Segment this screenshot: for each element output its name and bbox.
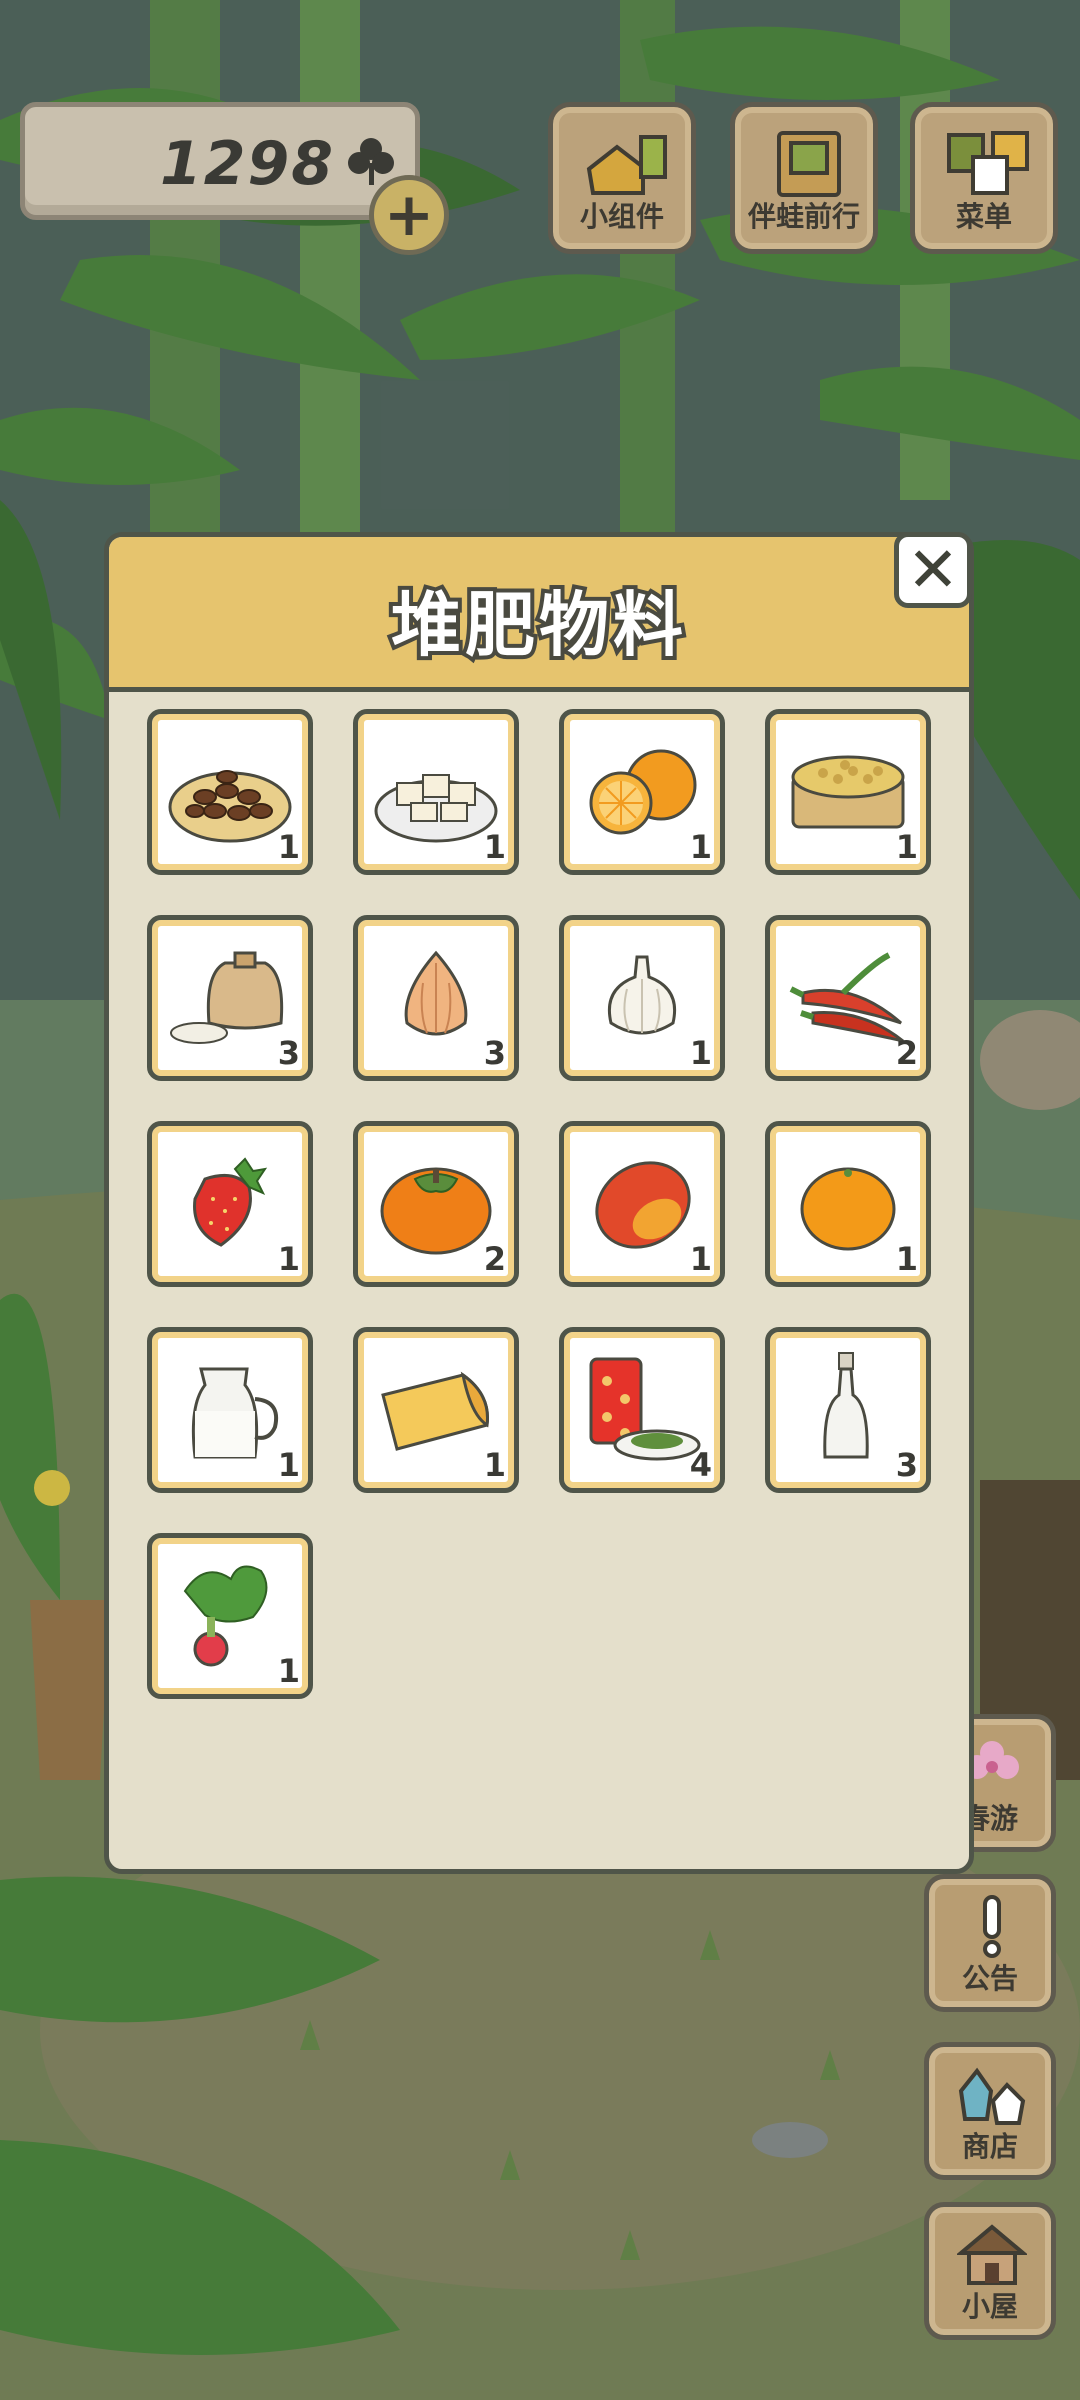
- widget-label: 小组件: [579, 200, 664, 233]
- material-slot[interactable]: 1: [147, 1533, 313, 1699]
- close-button[interactable]: ✕: [894, 532, 972, 608]
- materials-grid: 1 1 1 1 3 3 1 2 1 2 1 1 1 1 4 3 1: [147, 709, 931, 1699]
- item-count: 1: [689, 1240, 712, 1278]
- item-count: 1: [689, 828, 712, 866]
- garlic-icon: [608, 955, 676, 1035]
- material-slot[interactable]: 1: [765, 1121, 931, 1287]
- item-count: 1: [277, 1240, 300, 1278]
- shop-label: 商店: [961, 2130, 1018, 2163]
- item-count: 1: [277, 1446, 300, 1484]
- material-slot[interactable]: 1: [147, 1327, 313, 1493]
- material-slot[interactable]: 4: [559, 1327, 725, 1493]
- widget-button[interactable]: 小组件: [548, 102, 696, 254]
- clover-counter: 1298 +: [20, 102, 449, 255]
- material-slot[interactable]: 1: [559, 1121, 725, 1287]
- travel-companion-label: 伴蛙前行: [747, 200, 860, 233]
- item-count: 1: [483, 1446, 506, 1484]
- clover-amount: 1298: [160, 129, 335, 199]
- compost-materials-dialog: 堆肥物料 1 1 1 1 3 3 1 2 1 2 1 1 1 1 4 3 1: [104, 532, 974, 1874]
- material-slot[interactable]: 1: [559, 915, 725, 1081]
- house-label: 小屋: [961, 2290, 1018, 2323]
- material-slot[interactable]: 1: [147, 1121, 313, 1287]
- add-clover-button[interactable]: +: [369, 175, 449, 255]
- onion-icon: [404, 950, 468, 1036]
- item-count: 3: [895, 1446, 918, 1484]
- item-count: 1: [277, 828, 300, 866]
- material-slot[interactable]: 3: [147, 915, 313, 1081]
- item-count: 2: [483, 1240, 506, 1278]
- mango-icon: [595, 1161, 691, 1249]
- shop-button[interactable]: 商店: [924, 2042, 1056, 2180]
- menu-icon: [947, 131, 1029, 195]
- material-slot[interactable]: 2: [765, 915, 931, 1081]
- material-slot[interactable]: 1: [353, 1327, 519, 1493]
- item-count: 1: [895, 1240, 918, 1278]
- item-count: 3: [277, 1034, 300, 1072]
- dialog-title: 堆肥物料: [387, 580, 687, 670]
- material-slot[interactable]: 3: [353, 915, 519, 1081]
- announcement-button[interactable]: 公告: [924, 1874, 1056, 2012]
- material-slot[interactable]: 1: [353, 709, 519, 875]
- soybeans-icon: [791, 755, 905, 829]
- chili-pepper-icon: [789, 952, 904, 1043]
- item-count: 1: [689, 1034, 712, 1072]
- tea-can-icon: [589, 1357, 701, 1461]
- house-button[interactable]: 小屋: [924, 2202, 1056, 2340]
- travel-companion-button[interactable]: 伴蛙前行: [730, 102, 878, 254]
- item-count: 1: [483, 828, 506, 866]
- widget-icon: [586, 135, 667, 195]
- announcement-label: 公告: [961, 1962, 1018, 1995]
- nuts-plate-icon: [168, 770, 292, 843]
- material-slot[interactable]: 2: [353, 1121, 519, 1287]
- item-count: 1: [895, 828, 918, 866]
- tofu-plate-icon: [374, 774, 498, 843]
- exclamation-icon: [983, 1895, 1001, 1958]
- material-slot[interactable]: 1: [147, 709, 313, 875]
- material-slot[interactable]: 3: [765, 1327, 931, 1493]
- shop-icon: [958, 2067, 1026, 2125]
- item-count: 3: [483, 1034, 506, 1072]
- item-count: 1: [277, 1652, 300, 1690]
- item-count: 4: [689, 1446, 712, 1484]
- bottle-icon: [823, 1352, 869, 1459]
- dialog-header: 堆肥物料: [109, 537, 969, 692]
- photo-album-icon: [777, 131, 841, 197]
- close-icon: ✕: [907, 533, 959, 606]
- material-slot[interactable]: 1: [765, 709, 931, 875]
- material-slot[interactable]: 1: [559, 709, 725, 875]
- rice-bag-icon: [170, 951, 284, 1044]
- radish-icon: [183, 1565, 268, 1667]
- strawberry-icon: [193, 1157, 268, 1247]
- mandarin-icon: [800, 1167, 896, 1251]
- item-count: 2: [895, 1034, 918, 1072]
- orange-icon: [589, 749, 697, 835]
- milk-jug-icon: [191, 1367, 278, 1459]
- house-icon: [957, 2224, 1027, 2285]
- menu-button[interactable]: 菜单: [910, 102, 1058, 254]
- persimmon-icon: [380, 1167, 492, 1255]
- cheese-icon: [381, 1371, 489, 1451]
- menu-label: 菜单: [955, 200, 1012, 233]
